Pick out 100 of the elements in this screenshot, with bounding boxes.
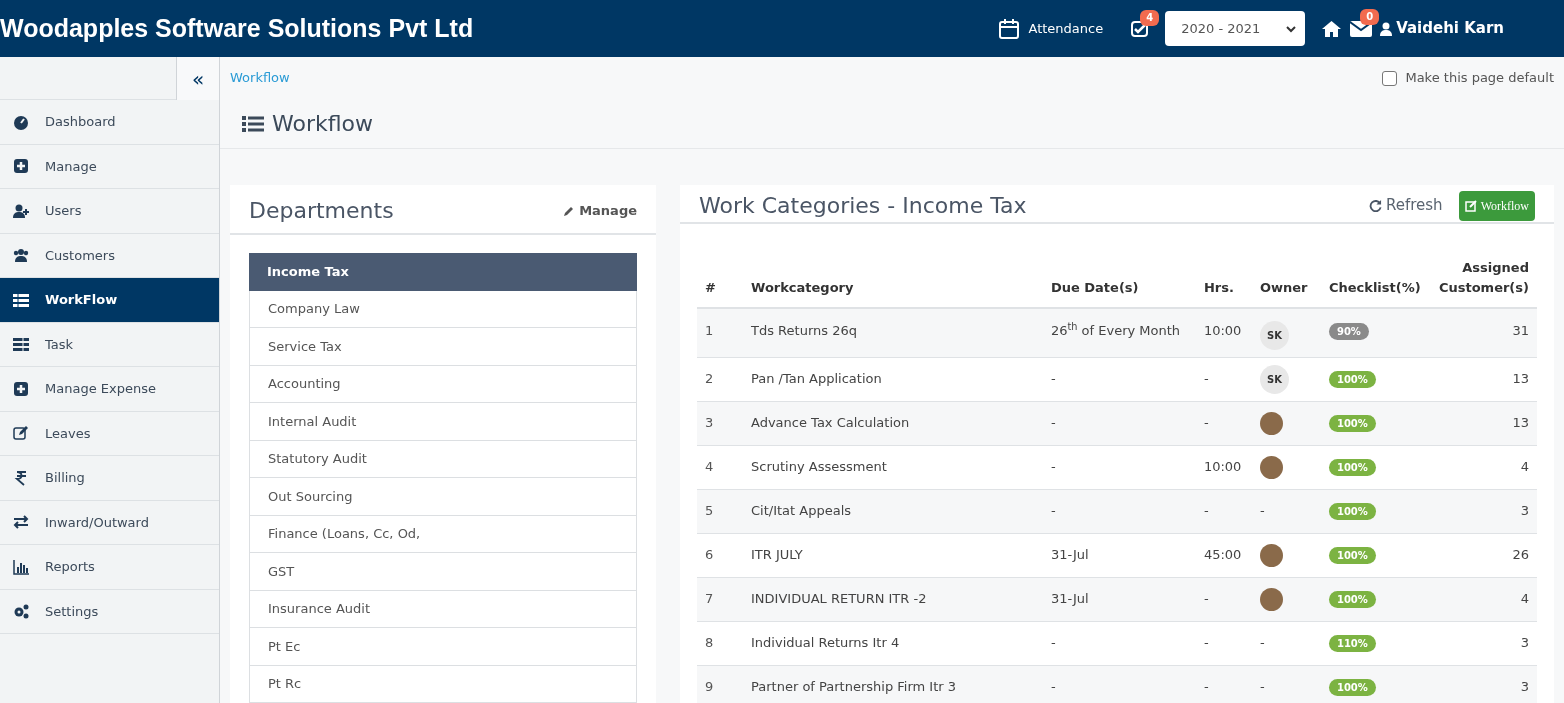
category-name: Advance Tax Calculation	[743, 401, 1043, 445]
due-date: 31-Jul	[1042, 577, 1196, 621]
home-icon[interactable]	[1321, 19, 1343, 38]
department-item[interactable]: Internal Audit	[249, 403, 637, 441]
column-header: #	[697, 258, 743, 308]
checklist-percent-badge: 100%	[1328, 679, 1376, 697]
refresh-icon	[1369, 199, 1382, 212]
sidebar-item[interactable]: Inward/Outward	[0, 500, 219, 545]
column-header: Workcategory	[743, 258, 1043, 308]
column-header: Assigned Customer(s)	[1430, 258, 1537, 308]
department-item[interactable]: GST	[249, 553, 637, 591]
attendance-link[interactable]: Attendance	[1028, 18, 1104, 39]
row-number: 1	[697, 308, 743, 357]
due-date: -	[1042, 401, 1196, 445]
category-name: Partner of Partnership Firm Itr 3	[743, 665, 1043, 703]
notification-badge: 4	[1140, 9, 1160, 26]
sidebar-item[interactable]: WorkFlow	[0, 278, 219, 323]
gauge-icon	[13, 113, 29, 130]
sidebar-item[interactable]: Manage Expense	[0, 367, 219, 412]
category-name: ITR JULY	[743, 533, 1043, 577]
hours: -	[1195, 577, 1252, 621]
due-date: -	[1042, 445, 1196, 489]
avatar-photo-placeholder	[1259, 587, 1283, 611]
department-item[interactable]: Statutory Audit	[249, 440, 637, 478]
panel-title: Departments	[249, 197, 394, 226]
column-header: Owner	[1251, 258, 1321, 308]
row-number: 6	[697, 533, 743, 577]
department-item[interactable]: Out Sourcing	[249, 478, 637, 516]
category-name: Individual Returns Itr 4	[743, 621, 1043, 665]
refresh-button[interactable]: Refresh	[1369, 194, 1443, 217]
department-item[interactable]: Insurance Audit	[249, 590, 637, 628]
edit-icon	[1464, 199, 1477, 212]
user-name[interactable]: Vaidehi Karn	[1396, 17, 1504, 40]
avatar-photo-placeholder	[1259, 543, 1283, 567]
edit-icon	[13, 425, 29, 442]
department-item[interactable]: Accounting	[249, 365, 637, 403]
calendar-icon[interactable]	[998, 17, 1021, 40]
due-date: -	[1042, 665, 1196, 703]
assigned-count: 31	[1430, 308, 1537, 357]
assigned-count: 3	[1430, 621, 1537, 665]
owner: -	[1251, 621, 1321, 665]
list-icon	[13, 291, 29, 308]
rupee-icon	[13, 469, 29, 486]
sidebar-item[interactable]: Users	[0, 189, 219, 234]
sidebar-item[interactable]: Reports	[0, 545, 219, 590]
department-item[interactable]: Pt Ec	[249, 628, 637, 666]
collapse-button[interactable]: «	[176, 57, 219, 100]
hours: -	[1195, 621, 1252, 665]
checklist-percent-badge: 100%	[1328, 591, 1376, 609]
hours: 45:00	[1195, 533, 1252, 577]
department-item[interactable]: Service Tax	[249, 328, 637, 366]
due-date: 31-Jul	[1042, 533, 1196, 577]
hours: -	[1195, 489, 1252, 533]
owner: -	[1251, 665, 1321, 703]
avatar-photo-placeholder	[1259, 411, 1283, 435]
checklist-percent-badge: 100%	[1328, 547, 1376, 565]
app-title: Woodapples Software Solutions Pvt Ltd	[0, 12, 474, 44]
hours: -	[1195, 665, 1252, 703]
sidebar-item[interactable]: Settings	[0, 589, 219, 634]
row-number: 3	[697, 401, 743, 445]
assigned-count: 13	[1430, 401, 1537, 445]
checklist-percent-badge: 90%	[1328, 323, 1369, 340]
checkbox[interactable]	[1382, 70, 1398, 86]
owner-initials-avatar: SK	[1259, 321, 1289, 350]
department-item[interactable]: Income Tax	[249, 252, 637, 291]
department-item[interactable]: Finance (Loans, Cc, Od,	[249, 515, 637, 553]
category-name: Cit/Itat Appeals	[743, 489, 1043, 533]
checkbox-tick-icon[interactable]	[1131, 19, 1150, 38]
due-date: 26$^{th}$ of Every Month	[1042, 308, 1196, 357]
manage-button[interactable]: Manage	[563, 201, 637, 221]
checklist-percent-badge: 100%	[1328, 459, 1376, 477]
row-number: 2	[697, 357, 743, 401]
row-number: 5	[697, 489, 743, 533]
sidebar-item[interactable]: Leaves	[0, 411, 219, 456]
avatar-photo-placeholder	[1259, 455, 1283, 479]
sidebar-item[interactable]: Manage	[0, 144, 219, 189]
department-item[interactable]: Pt Rc	[249, 665, 637, 703]
hours: 10:00	[1195, 308, 1252, 357]
sidebar-item[interactable]: Billing	[0, 456, 219, 501]
category-name: INDIVIDUAL RETURN ITR -2	[743, 577, 1043, 621]
checklist-percent-badge: 110%	[1328, 635, 1376, 653]
assigned-count: 3	[1430, 665, 1537, 703]
category-name: Pan /Tan Application	[743, 357, 1043, 401]
owner: -	[1251, 489, 1321, 533]
department-item[interactable]: Company Law	[249, 290, 637, 328]
year-select[interactable]: 2020 - 2021	[1165, 11, 1306, 46]
checkbox-label: Make this page default	[1405, 69, 1554, 88]
column-header: Checklist(%)	[1320, 258, 1431, 308]
due-date: -	[1042, 357, 1196, 401]
plus-square-icon	[13, 380, 29, 397]
sidebar-item[interactable]: Task	[0, 322, 219, 367]
workflow-button[interactable]: Workflow	[1458, 190, 1535, 221]
row-number: 7	[697, 577, 743, 621]
assigned-count: 4	[1430, 445, 1537, 489]
notification-badge: 0	[1360, 8, 1380, 25]
row-number: 9	[697, 665, 743, 703]
due-date: -	[1042, 621, 1196, 665]
sidebar-item[interactable]: Dashboard	[0, 100, 219, 145]
assigned-count: 3	[1430, 489, 1537, 533]
tasks-icon	[13, 336, 29, 353]
